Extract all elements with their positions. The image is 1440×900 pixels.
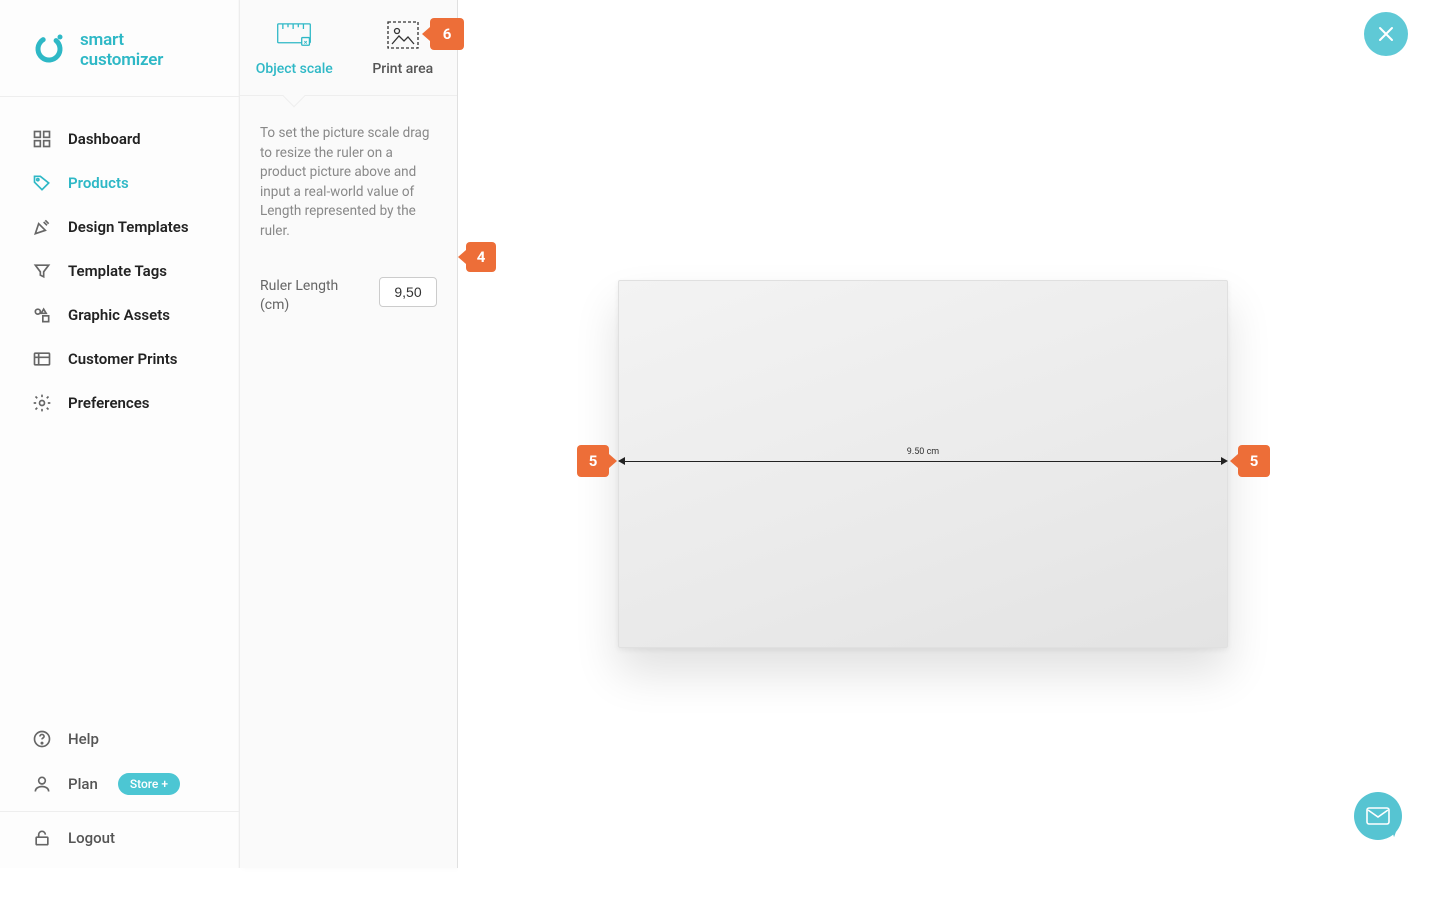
help-text: To set the picture scale drag to resize … (260, 124, 437, 241)
nav-label: Logout (68, 829, 115, 847)
tag-icon (32, 173, 52, 193)
sidebar-item-products[interactable]: Products (0, 161, 239, 205)
callout-marker-6: 6 (430, 18, 464, 50)
sidebar-item-design-templates[interactable]: Design Templates (0, 205, 239, 249)
scale-ruler[interactable]: 9.50 cm (618, 459, 1228, 463)
gear-icon (32, 393, 52, 413)
ruler-handle-left-icon (618, 457, 625, 465)
user-icon (32, 774, 52, 794)
sidebar-item-graphic-assets[interactable]: Graphic Assets (0, 293, 239, 337)
close-button[interactable] (1364, 12, 1408, 56)
ruler-line: 9.50 cm (625, 461, 1221, 462)
nav-label: Template Tags (68, 262, 167, 280)
nav-label: Design Templates (68, 218, 189, 236)
nav-label: Help (68, 730, 99, 748)
brand-name: smart customizer (80, 30, 207, 70)
ruler-handle-right-icon (1221, 457, 1228, 465)
nav-label: Preferences (68, 394, 150, 412)
product-preview[interactable] (618, 280, 1228, 648)
brand-logo-icon (32, 31, 66, 69)
callout-marker-5-right: 5 (1238, 445, 1270, 477)
ruler-length-field: Ruler Length (cm) (260, 277, 437, 313)
print-area-icon (385, 19, 421, 51)
tab-object-scale[interactable]: Object scale (240, 0, 349, 95)
tab-label: Object scale (256, 61, 333, 77)
nav-label: Dashboard (68, 130, 141, 148)
filter-icon (32, 261, 52, 281)
lock-icon (32, 828, 52, 848)
sidebar-item-plan[interactable]: Plan Store + (0, 761, 239, 807)
sidebar-item-preferences[interactable]: Preferences (0, 381, 239, 425)
tab-label: Print area (372, 61, 433, 77)
mail-icon (1366, 807, 1390, 825)
divider (0, 811, 239, 812)
sidebar-item-customer-prints[interactable]: Customer Prints (0, 337, 239, 381)
nav-label: Graphic Assets (68, 306, 170, 324)
bottom-nav: Help Plan Store + Logout (0, 717, 239, 868)
nav-label: Customer Prints (68, 350, 178, 368)
help-icon (32, 729, 52, 749)
close-icon (1376, 24, 1396, 44)
design-icon (32, 217, 52, 237)
primary-nav: Dashboard Products Design Templates Temp… (0, 97, 239, 717)
ruler-length-input[interactable] (379, 277, 437, 307)
prints-icon (32, 349, 52, 369)
callout-marker-5-left: 5 (577, 445, 609, 477)
nav-label: Products (68, 174, 129, 192)
sidebar-item-dashboard[interactable]: Dashboard (0, 117, 239, 161)
sidebar-item-help[interactable]: Help (0, 717, 239, 761)
nav-label: Plan (68, 775, 98, 793)
shapes-icon (32, 305, 52, 325)
sidebar-item-logout[interactable]: Logout (0, 816, 239, 860)
chat-button[interactable] (1354, 792, 1402, 840)
settings-body: To set the picture scale drag to resize … (240, 96, 457, 342)
ruler-icon (276, 19, 312, 51)
settings-panel: Object scale Print area To set the pictu… (240, 0, 458, 868)
sidebar-item-template-tags[interactable]: Template Tags (0, 249, 239, 293)
ruler-value: 9.50 cm (903, 447, 943, 457)
brand: smart customizer (0, 0, 239, 97)
callout-marker-4: 4 (466, 242, 496, 272)
field-label: Ruler Length (cm) (260, 277, 370, 313)
settings-tabs: Object scale Print area (240, 0, 457, 96)
dashboard-icon (32, 129, 52, 149)
plan-badge: Store + (118, 773, 180, 795)
sidebar: smart customizer Dashboard Products Desi… (0, 0, 240, 868)
